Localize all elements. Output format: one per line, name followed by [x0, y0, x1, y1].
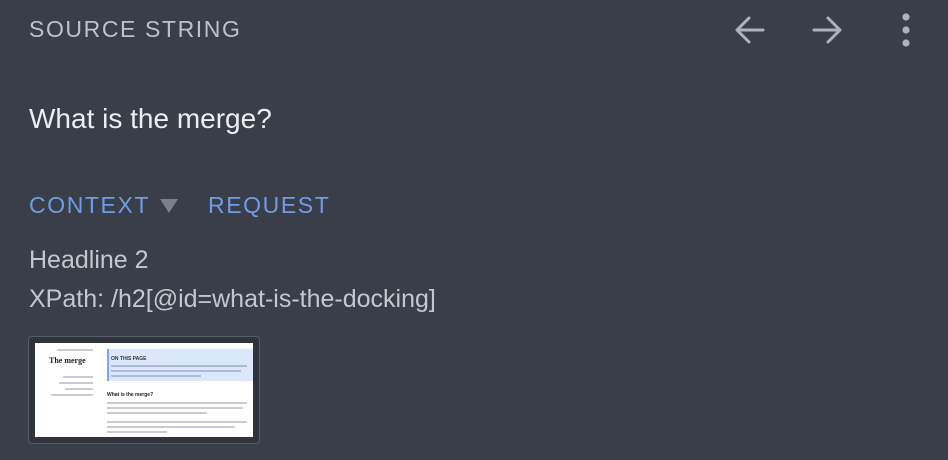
thumbnail-page-title: The merge — [49, 356, 86, 365]
section-title: SOURCE STRING — [29, 16, 242, 42]
more-vertical-icon — [902, 13, 910, 47]
arrow-right-icon — [812, 16, 842, 44]
thumbnail-text-line — [59, 382, 93, 384]
thumbnail-text-line — [107, 407, 243, 409]
thumbnail-text-line — [107, 402, 247, 404]
thumbnail-text-line — [107, 421, 247, 423]
context-xpath: XPath: /h2[@id=what-is-the-docking] — [29, 285, 436, 313]
thumbnail-heading: What is the merge? — [107, 392, 154, 398]
more-options-button[interactable] — [886, 10, 926, 50]
context-screenshot-thumbnail[interactable]: The merge ON THIS PAGE What is the merge… — [28, 336, 260, 444]
thumbnail-text-line — [51, 394, 93, 396]
thumbnail-callout-title: ON THIS PAGE — [111, 356, 147, 362]
context-element-type: Headline 2 — [29, 246, 149, 274]
tab-context[interactable]: CONTEXT — [29, 192, 150, 219]
screenshot-preview: The merge ON THIS PAGE What is the merge… — [35, 343, 253, 437]
thumbnail-text-line — [57, 349, 93, 351]
thumbnail-text-line — [107, 426, 235, 428]
previous-string-button[interactable] — [730, 10, 770, 50]
thumbnail-text-line — [107, 431, 167, 433]
source-string-text: What is the merge? — [29, 103, 272, 134]
thumbnail-text-line — [63, 376, 93, 378]
thumbnail-text-line — [107, 412, 207, 414]
next-string-button[interactable] — [807, 10, 847, 50]
chevron-down-icon[interactable] — [160, 199, 178, 213]
thumbnail-text-line — [111, 370, 241, 372]
tab-request[interactable]: REQUEST — [208, 192, 330, 219]
arrow-left-icon — [735, 16, 765, 44]
thumbnail-text-line — [111, 375, 201, 377]
thumbnail-text-line — [65, 388, 93, 390]
thumbnail-text-line — [111, 365, 247, 367]
